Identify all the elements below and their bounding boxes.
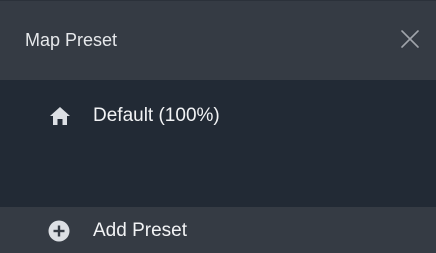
plus-circle-icon <box>48 220 70 242</box>
add-preset-button[interactable]: Add Preset <box>0 207 436 253</box>
panel-title: Map Preset <box>25 30 118 50</box>
preset-list: Default (100%) <box>0 80 436 207</box>
preset-item-default[interactable]: Default (100%) <box>0 98 436 132</box>
map-preset-panel: Map Preset Default (100%) Add Preset <box>0 0 436 253</box>
home-icon <box>49 106 71 126</box>
panel-header: Map Preset <box>0 0 436 80</box>
preset-label: Default (100%) <box>93 105 220 126</box>
add-preset-label: Add Preset <box>93 220 187 241</box>
close-button[interactable] <box>398 27 422 51</box>
close-icon <box>398 27 422 51</box>
